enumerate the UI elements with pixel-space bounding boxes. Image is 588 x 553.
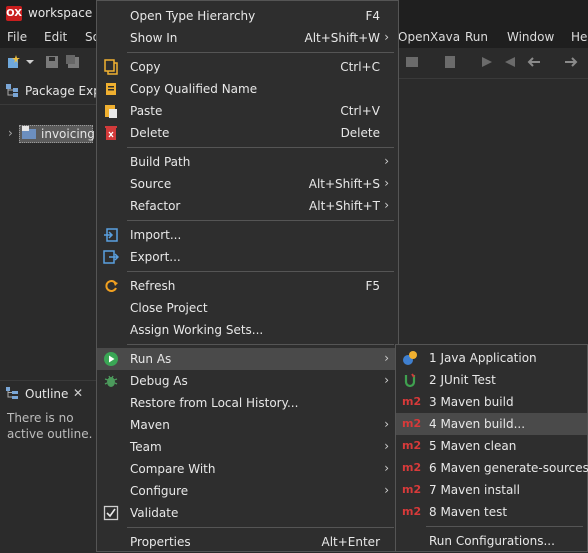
run-icon: [104, 352, 118, 366]
app-logo-icon: OX: [6, 6, 22, 21]
submenu-item-maven-install[interactable]: m2 7 Maven install: [396, 479, 587, 501]
menu-item-maven[interactable]: Maven ›: [97, 414, 398, 436]
junit-icon: [404, 373, 416, 388]
chevron-right-icon: ›: [384, 176, 389, 190]
save-all-icon[interactable]: [66, 55, 80, 69]
maven-icon: m2: [402, 461, 422, 474]
next-annotation-icon[interactable]: [480, 55, 494, 69]
separator: [127, 271, 394, 272]
expand-chevron-icon[interactable]: ›: [8, 126, 13, 140]
maven-icon: m2: [402, 417, 422, 430]
menu-item-validate[interactable]: Validate: [97, 502, 398, 524]
back-arrow-icon[interactable]: [527, 55, 541, 69]
close-icon[interactable]: ✕: [73, 386, 83, 400]
debug-icon: [104, 375, 118, 387]
menu-file[interactable]: File: [7, 30, 27, 44]
toolbar-action-icon[interactable]: [405, 55, 419, 69]
menu-item-properties[interactable]: Properties Alt+Enter: [97, 531, 398, 553]
menu-item-team[interactable]: Team ›: [97, 436, 398, 458]
import-icon: [104, 228, 118, 242]
menu-item-delete[interactable]: Delete Delete: [97, 122, 398, 144]
project-folder-icon: [22, 126, 36, 139]
menu-item-run-as[interactable]: Run As ›: [97, 348, 398, 370]
menu-item-assign-working-sets[interactable]: Assign Working Sets...: [97, 319, 398, 341]
submenu-item-maven-generate-sources[interactable]: m2 6 Maven generate-sources: [396, 457, 588, 479]
chevron-right-icon: ›: [384, 483, 389, 497]
package-explorer-label: Package Expl: [25, 84, 105, 98]
java-application-icon: [403, 351, 417, 365]
menu-item-compare-with[interactable]: Compare With ›: [97, 458, 398, 480]
submenu-item-run-configurations[interactable]: Run Configurations...: [396, 530, 587, 552]
context-menu: Open Type Hierarchy F4 Show In Alt+Shift+W…: [96, 0, 399, 552]
maven-icon: m2: [402, 395, 422, 408]
maven-icon: m2: [402, 505, 422, 518]
separator: [127, 147, 394, 148]
menu-item-import[interactable]: Import...: [97, 224, 398, 246]
outline-icon: [6, 387, 18, 399]
toolbar-action-icon-2[interactable]: [443, 55, 457, 69]
menu-edit[interactable]: Edit: [44, 30, 67, 44]
validate-checkbox-icon: [103, 505, 119, 521]
save-icon[interactable]: [45, 55, 59, 69]
menu-help[interactable]: He: [571, 30, 587, 44]
refresh-icon: [105, 280, 118, 292]
chevron-right-icon: ›: [384, 351, 389, 365]
menu-item-export[interactable]: Export...: [97, 246, 398, 268]
separator: [127, 527, 394, 528]
menu-item-restore-local-history[interactable]: Restore from Local History...: [97, 392, 398, 414]
menu-item-build-path[interactable]: Build Path ›: [97, 151, 398, 173]
menu-item-refresh[interactable]: Refresh F5: [97, 275, 398, 297]
menu-item-source[interactable]: Source Alt+Shift+S ›: [97, 173, 398, 195]
menu-openxava[interactable]: OpenXava: [398, 30, 460, 44]
maven-icon: m2: [402, 483, 422, 496]
chevron-right-icon: ›: [384, 439, 389, 453]
menu-item-debug-as[interactable]: Debug As ›: [97, 370, 398, 392]
chevron-right-icon: ›: [384, 417, 389, 431]
submenu-item-maven-build-dialog[interactable]: m2 4 Maven build...: [396, 413, 587, 435]
separator: [127, 220, 394, 221]
outline-empty-message: There is no active outline.: [7, 411, 93, 441]
menu-item-close-project[interactable]: Close Project: [97, 297, 398, 319]
run-as-submenu: 1 Java Application 2 JUnit Test m2 3 Mav…: [395, 344, 588, 552]
separator: [127, 52, 394, 53]
submenu-item-java-application[interactable]: 1 Java Application: [396, 347, 587, 369]
menu-item-refactor[interactable]: Refactor Alt+Shift+T ›: [97, 195, 398, 217]
export-icon: [103, 250, 119, 264]
chevron-right-icon: ›: [384, 30, 389, 44]
new-icon[interactable]: [7, 55, 21, 69]
separator: [426, 526, 583, 527]
paste-icon: [105, 105, 117, 118]
submenu-item-junit-test[interactable]: 2 JUnit Test: [396, 369, 587, 391]
menu-item-open-type-hierarchy[interactable]: Open Type Hierarchy F4: [97, 5, 398, 27]
outline-label: Outline: [25, 387, 69, 401]
forward-arrow-icon[interactable]: [564, 55, 578, 69]
chevron-right-icon: ›: [384, 373, 389, 387]
copy-qualified-name-icon: [106, 83, 116, 95]
maven-icon: m2: [402, 439, 422, 452]
menu-item-copy[interactable]: Copy Ctrl+C: [97, 56, 398, 78]
menu-window[interactable]: Window: [507, 30, 554, 44]
dropdown-arrow-icon[interactable]: [26, 55, 34, 69]
chevron-right-icon: ›: [384, 461, 389, 475]
window-title: workspace -: [28, 6, 101, 20]
menu-item-paste[interactable]: Paste Ctrl+V: [97, 100, 398, 122]
delete-icon: [105, 126, 117, 140]
menu-run[interactable]: Run: [465, 30, 488, 44]
submenu-item-maven-test[interactable]: m2 8 Maven test: [396, 501, 587, 523]
chevron-right-icon: ›: [384, 198, 389, 212]
submenu-item-maven-build[interactable]: m2 3 Maven build: [396, 391, 587, 413]
project-name: invoicing: [41, 127, 95, 141]
copy-icon: [104, 59, 118, 75]
separator: [127, 344, 394, 345]
submenu-item-maven-clean[interactable]: m2 5 Maven clean: [396, 435, 587, 457]
package-explorer-icon: [6, 84, 18, 97]
menu-item-show-in[interactable]: Show In Alt+Shift+W ›: [97, 27, 398, 49]
menu-item-copy-qualified-name[interactable]: Copy Qualified Name: [97, 78, 398, 100]
prev-annotation-icon[interactable]: [503, 55, 517, 69]
chevron-right-icon: ›: [384, 154, 389, 168]
menu-item-configure[interactable]: Configure ›: [97, 480, 398, 502]
